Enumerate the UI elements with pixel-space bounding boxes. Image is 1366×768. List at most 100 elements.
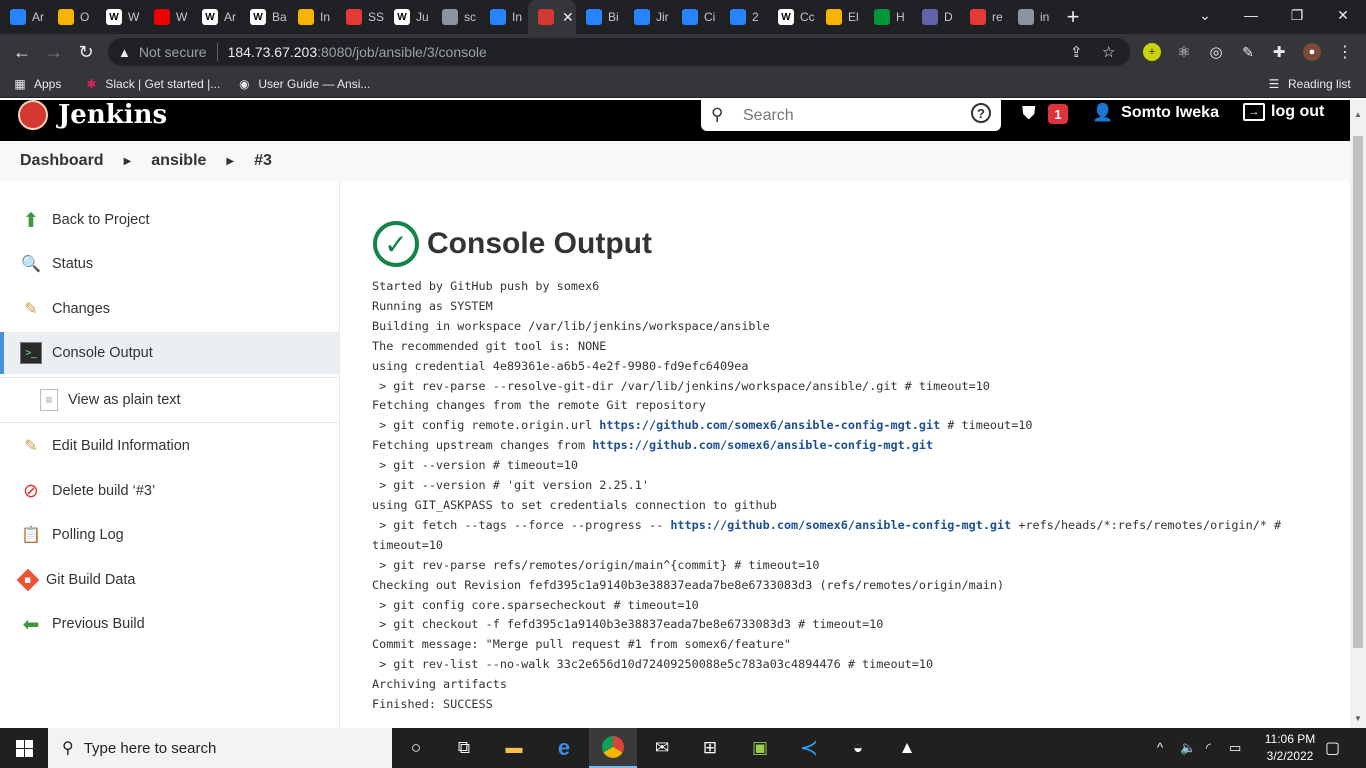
bookmark-ansible-guide[interactable]: ◉ User Guide — Ansi... (236, 76, 370, 92)
chrome-icon[interactable] (589, 728, 637, 768)
browser-tab[interactable]: ✕ (528, 0, 576, 34)
wifi-icon[interactable]: ◜ (1206, 740, 1211, 756)
restore-window-button[interactable]: ❐ (1274, 0, 1320, 30)
browser-tab[interactable]: W Cc (768, 0, 816, 34)
start-button[interactable] (0, 728, 48, 768)
browser-tab[interactable]: Jir (624, 0, 672, 34)
browser-tab[interactable]: 2 (720, 0, 768, 34)
browser-tab[interactable]: in (1008, 0, 1056, 34)
sidebar-item-delete-build[interactable]: ⊘ Delete build ‘#3’ (0, 470, 339, 512)
new-tab-button[interactable]: + (1056, 0, 1090, 34)
browser-tab[interactable]: El (816, 0, 864, 34)
console-line: > git config core.sparsecheckout # timeo… (372, 596, 1332, 616)
system-clock[interactable]: 11:06 PM 3/2/2022 (1258, 731, 1322, 765)
close-window-button[interactable]: ✕ (1320, 0, 1366, 30)
browser-tab[interactable]: O (48, 0, 96, 34)
store-icon[interactable]: ⊞ (686, 728, 734, 768)
browser-tab[interactable]: Bi (576, 0, 624, 34)
browser-tab[interactable]: WW (96, 0, 144, 34)
volume-icon[interactable]: 🔈 (1180, 740, 1196, 756)
logout-button[interactable]: → log out (1243, 103, 1324, 121)
breadcrumb-dashboard[interactable]: Dashboard (20, 152, 104, 170)
cortana-icon[interactable]: ○ (392, 728, 440, 768)
browser-tab[interactable]: W Ju (384, 0, 432, 34)
box-icon (298, 9, 314, 25)
page-header: ✓ Console Output (373, 221, 652, 267)
sidebar-item-back-to-project[interactable]: ⬆ Back to Project (0, 199, 339, 241)
bookmark-star-icon[interactable]: ☆ (1102, 43, 1115, 61)
scroll-up-icon[interactable]: ▲ (1354, 110, 1362, 119)
tab-search-chevron-icon[interactable]: ⌄ (1182, 0, 1228, 30)
forward-arrow-icon[interactable]: → (38, 36, 70, 68)
snipping-tool-icon[interactable]: ▣ (736, 728, 784, 768)
sidebar-item-console-output[interactable]: >_ Console Output (0, 332, 339, 374)
console-link[interactable]: https://github.com/somex6/ansible-config… (599, 418, 940, 432)
browser-tab[interactable]: Ci (672, 0, 720, 34)
browser-tab[interactable]: D (912, 0, 960, 34)
sidebar-item-changes[interactable]: ✎ Changes (0, 288, 339, 330)
browser-tab[interactable]: re (960, 0, 1008, 34)
minimize-window-button[interactable]: — (1228, 0, 1274, 30)
image-viewer-icon[interactable]: ▲ (883, 728, 931, 768)
browser-tab[interactable]: H (864, 0, 912, 34)
photos-app-icon[interactable]: ◒ (834, 728, 882, 768)
file-explorer-icon[interactable]: ▬ (490, 728, 538, 768)
taskbar-search[interactable]: ⚲ Type here to search (48, 728, 392, 768)
profile-avatar[interactable]: ● (1303, 43, 1321, 61)
battery-icon[interactable]: ▭ (1229, 740, 1241, 756)
scrollbar-thumb[interactable] (1353, 136, 1363, 648)
vscode-icon[interactable]: ≺ (785, 728, 833, 768)
scroll-down-icon[interactable]: ▼ (1354, 714, 1362, 723)
browser-tab[interactable]: sc (432, 0, 480, 34)
console-text: Finished: SUCCESS (372, 697, 493, 712)
tray-overflow-icon[interactable]: ^ (1157, 740, 1163, 755)
sidebar-item-git-build-data[interactable]: ◆ Git Build Data (0, 559, 339, 601)
chevron-right-icon[interactable]: ▶ (226, 156, 234, 167)
sidebar-item-plain-text[interactable]: ≡ View as plain text (0, 377, 339, 423)
target-extension-icon[interactable]: ◎ (1207, 43, 1225, 61)
console-link[interactable]: https://github.com/somex6/ansible-config… (592, 438, 933, 452)
bookmark-apps[interactable]: ▦ Apps (12, 76, 61, 92)
sidebar-item-polling-log[interactable]: 📋 Polling Log (0, 514, 339, 556)
security-shield-icon[interactable]: ⛊ (1022, 103, 1036, 124)
notification-badge[interactable]: 1 (1048, 104, 1068, 124)
sidebar-item-previous-build[interactable]: ⬅ Previous Build (0, 603, 339, 645)
vertical-scrollbar[interactable]: ▲ ▼ (1350, 100, 1366, 728)
extensions-puzzle-icon[interactable]: ✚ (1270, 43, 1288, 61)
reload-icon[interactable]: ↻ (70, 36, 102, 68)
mail-icon[interactable]: ✉ (638, 728, 686, 768)
close-tab-icon[interactable]: ✕ (562, 9, 574, 26)
user-menu[interactable]: 👤 Somto Iweka (1092, 103, 1219, 123)
search-input[interactable] (743, 106, 963, 125)
sidebar-item-label: Back to Project (52, 212, 150, 228)
chevron-right-icon[interactable]: ▶ (124, 156, 132, 167)
console-line: using credential 4e89361e-a6b5-4e2f-9980… (372, 357, 1332, 377)
browser-tab[interactable]: W (144, 0, 192, 34)
notifications-icon[interactable]: ▢ (1325, 738, 1340, 758)
browser-tab[interactable]: In (288, 0, 336, 34)
help-icon[interactable]: ? (971, 103, 991, 123)
address-bar[interactable]: ▲ Not secure 184.73.67.203:8080/job/ansi… (108, 38, 1130, 66)
breadcrumb-ansible[interactable]: ansible (151, 152, 206, 170)
browser-tab[interactable]: W Ba (240, 0, 288, 34)
bookmark-slack[interactable]: ✱ Slack | Get started |... (83, 76, 220, 92)
react-devtools-icon[interactable]: ⚛ (1175, 43, 1193, 61)
eyedropper-extension-icon[interactable]: ✎ (1239, 43, 1257, 61)
reading-list-button[interactable]: ☰ Reading list (1266, 76, 1351, 92)
browser-tab[interactable]: SS (336, 0, 384, 34)
browser-tab[interactable]: Ar (0, 0, 48, 34)
task-view-icon[interactable]: ⧉ (440, 728, 488, 768)
browser-tab[interactable]: W Ar (192, 0, 240, 34)
chrome-menu-icon[interactable]: ⋮ (1336, 43, 1354, 61)
sidebar-item-status[interactable]: 🔍 Status (0, 243, 339, 285)
sidebar-item-edit-build-info[interactable]: ✎ Edit Build Information (0, 425, 339, 467)
share-icon[interactable]: ⇪ (1070, 43, 1083, 61)
breadcrumb-build[interactable]: #3 (254, 152, 272, 170)
browser-tab[interactable]: In (480, 0, 528, 34)
edge-icon[interactable]: e (540, 728, 588, 768)
extension-plus-icon[interactable]: + (1143, 43, 1161, 61)
back-arrow-icon[interactable]: ← (6, 36, 38, 68)
warning-triangle-icon: ▲ (118, 44, 131, 60)
jenkins-home-link[interactable]: Jenkins (18, 100, 167, 130)
console-link[interactable]: https://github.com/somex6/ansible-config… (670, 518, 1011, 532)
